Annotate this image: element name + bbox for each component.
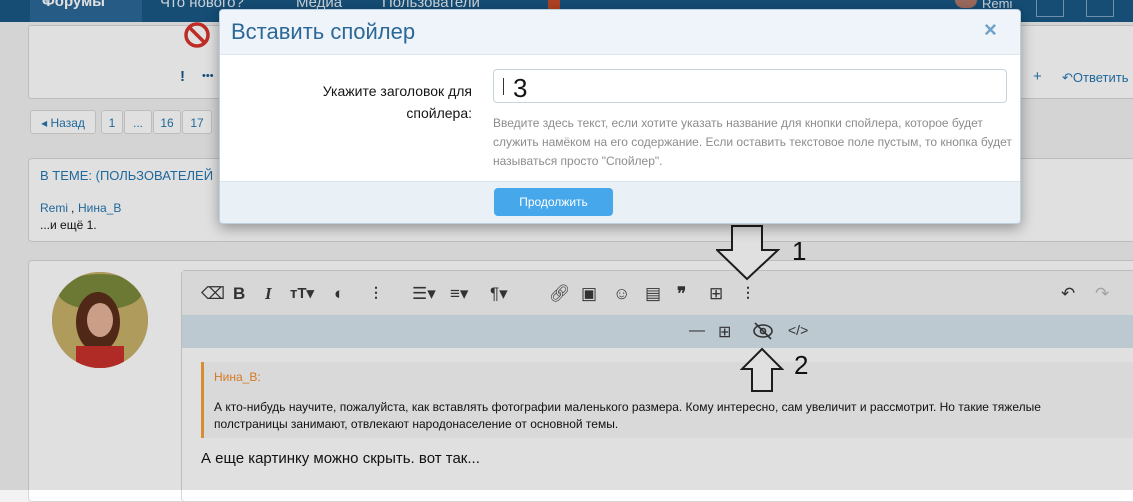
text-caret <box>503 78 504 95</box>
spoiler-title-input[interactable]: 3 <box>493 69 1007 103</box>
spoiler-title-value: 3 <box>513 73 528 103</box>
insert-spoiler-dialog: Вставить спойлер × Укажите заголовок для… <box>219 9 1021 224</box>
dialog-title: Вставить спойлер <box>231 19 416 44</box>
spoiler-title-hint: Введите здесь текст, если хотите указать… <box>493 116 1012 168</box>
continue-button[interactable]: Продолжить <box>494 188 613 216</box>
spoiler-title-label: Укажите заголовок для спойлера: <box>322 83 472 121</box>
dialog-footer <box>220 181 1020 223</box>
dialog-header: Вставить спойлер × <box>220 10 1020 55</box>
close-icon[interactable]: × <box>984 17 997 43</box>
